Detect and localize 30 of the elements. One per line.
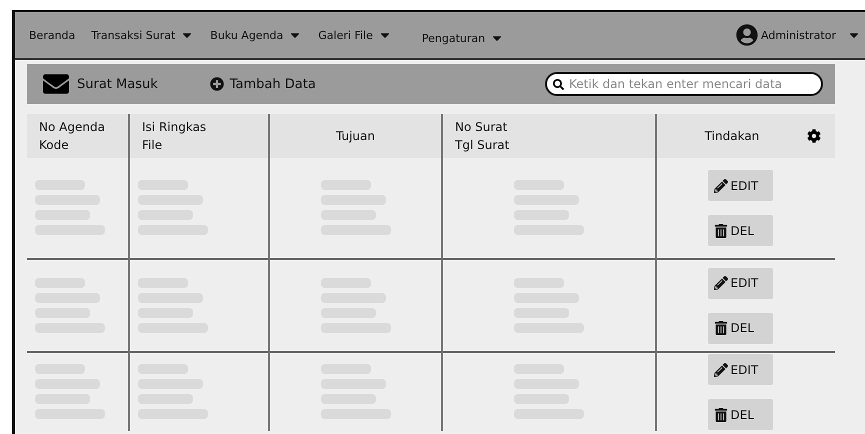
- plus-icon: [210, 77, 224, 91]
- trash-icon: [714, 321, 728, 335]
- delete-button[interactable]: DEL: [708, 312, 772, 344]
- edit-button[interactable]: EDIT: [708, 268, 772, 298]
- column-header: Tindakan: [657, 114, 835, 158]
- nav-menu-item[interactable]: Buku Agenda: [210, 28, 302, 42]
- edit-button[interactable]: EDIT: [708, 170, 772, 201]
- nav-menu-item[interactable]: Transaksi Surat: [91, 28, 194, 42]
- nav-menu-item[interactable]: Beranda: [29, 28, 76, 42]
- column-header: No Surat Tgl Surat: [443, 114, 657, 158]
- nav-menu-item[interactable]: Pengaturan: [422, 31, 504, 45]
- add-data-button[interactable]: Tambah Data: [208, 74, 318, 94]
- page-title: Surat Masuk: [77, 76, 158, 92]
- trash-icon: [714, 408, 728, 422]
- nav-menu-item[interactable]: Galeri File: [318, 28, 392, 42]
- search-icon: [553, 79, 564, 90]
- column-header: Tujuan: [270, 114, 443, 158]
- settings-icon[interactable]: [807, 129, 821, 143]
- pencil-icon: [714, 276, 728, 290]
- pencil-icon: [714, 362, 728, 376]
- edit-button[interactable]: EDIT: [708, 354, 772, 385]
- user-menu[interactable]: Administrator: [736, 24, 861, 46]
- delete-button[interactable]: DEL: [708, 399, 772, 430]
- pencil-icon: [714, 178, 728, 192]
- trash-icon: [714, 224, 728, 238]
- user-avatar-icon: [736, 24, 758, 46]
- column-header: Isi Ringkas File: [130, 114, 270, 158]
- search-field[interactable]: Ketik dan tekan enter mencari data: [545, 72, 823, 96]
- column-header: No Agenda Kode: [27, 114, 130, 158]
- delete-button[interactable]: DEL: [708, 215, 772, 246]
